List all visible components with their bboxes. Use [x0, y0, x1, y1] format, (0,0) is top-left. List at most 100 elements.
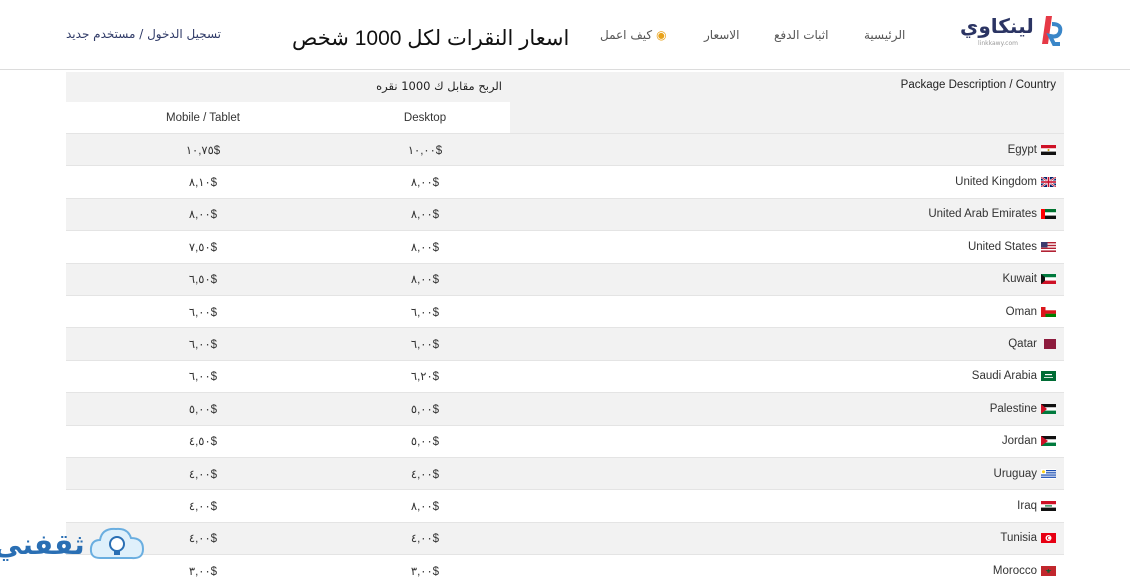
country-name: Iraq: [1017, 499, 1037, 512]
mobile-price: ٨,١٠$: [188, 177, 218, 190]
uae-flag-icon: [1041, 209, 1056, 220]
mobile-price: ٥,٠٠$: [188, 403, 218, 416]
country-name: Jordan: [1001, 435, 1037, 448]
overlay-title: اسعار النقرات لكل 1000 شخص: [292, 27, 570, 50]
logo-subtext: linkkawy.com: [978, 40, 1018, 47]
table-row: ٨,١٠$ ٨,٠٠$ United Kingdom: [66, 166, 1064, 199]
uk-flag-icon: [1041, 177, 1056, 188]
country-cell: Uruguay: [994, 458, 1056, 489]
country-cell: Iraq: [1017, 490, 1056, 521]
iraq-flag-icon: [1041, 500, 1056, 511]
table-row: ١٠,٧٥$ ١٠,٠٠$ Egypt: [66, 134, 1064, 167]
country-cell: United Kingdom: [955, 166, 1056, 197]
site-logo[interactable]: لينكاوي linkkawy.com: [960, 14, 1070, 50]
qatar-flag-icon: [1044, 339, 1056, 350]
desktop-price: ٤,٠٠$: [410, 468, 440, 481]
logo-mark-icon: [1042, 16, 1063, 46]
country-name: Qatar: [1008, 338, 1037, 351]
table-body: ١٠,٧٥$ ١٠,٠٠$ Egypt ٨,١٠$ ٨,٠٠$ United Kingdo…: [66, 134, 1064, 580]
country-cell: Kuwait: [1002, 264, 1056, 295]
country-cell: Palestine: [990, 393, 1056, 424]
palestine-flag-icon: [1041, 403, 1056, 414]
pricing-table: الربح مقابل ك 1000 نقره Package Descript…: [66, 72, 1064, 580]
desktop-price: ٦,٢٠$: [410, 371, 440, 384]
desktop-price: ٨,٠٠$: [410, 274, 440, 287]
desktop-price: ٣,٠٠$: [410, 565, 440, 578]
country-name: Egypt: [1007, 143, 1037, 156]
cloud-lightbulb-icon: [89, 527, 145, 560]
nav-home[interactable]: الرئيسية: [864, 28, 905, 42]
country-name: Oman: [1005, 305, 1037, 318]
country-name: Saudi Arabia: [971, 370, 1037, 383]
desktop-price: ٤,٠٠$: [410, 533, 440, 546]
country-name: Tunisia: [1000, 532, 1037, 545]
logo-text: لينكاوي: [960, 14, 1034, 38]
desktop-price: ٨,٠٠$: [410, 209, 440, 222]
lightbulb-icon: ◉: [656, 28, 667, 42]
country-name: United Kingdom: [955, 176, 1037, 189]
table-row: ٥,٠٠$ ٥,٠٠$ Palestine: [66, 393, 1064, 426]
country-name: United States: [967, 240, 1037, 253]
table-row: ٦,٠٠$ ٦,٠٠$ Oman: [66, 296, 1064, 329]
country-name: Uruguay: [993, 467, 1037, 480]
tunisia-flag-icon: [1041, 533, 1056, 544]
login-register-link[interactable]: تسجيل الدخول / مستخدم جديد: [66, 27, 221, 41]
country-cell: Morocco: [993, 555, 1056, 580]
table-row: ٦,٠٠$ ٦,٢٠$ Saudi Arabia: [66, 361, 1064, 394]
table-row: ٦,٥٠$ ٨,٠٠$ Kuwait: [66, 263, 1064, 296]
nav-how-it-works[interactable]: كيف اعمل ◉: [600, 28, 667, 42]
site-header: تسجيل الدخول / مستخدم جديد اسعار النقرات…: [0, 0, 1130, 70]
package-country-label: Package Description / Country: [900, 79, 1056, 91]
desktop-price: ٨,٠٠$: [410, 241, 440, 254]
desktop-price: ٥,٠٠$: [410, 403, 440, 416]
country-cell: United Arab Emirates: [928, 199, 1056, 230]
us-flag-icon: [1041, 241, 1056, 252]
table-row: ٤,٠٠$ ٤,٠٠$ Tunisia: [66, 522, 1064, 556]
country-cell: Oman: [1006, 296, 1056, 327]
table-row: ٤,٠٠$ ٨,٠٠$ Iraq: [66, 490, 1064, 523]
watermark-text: ثقفني: [0, 528, 85, 561]
nav-prices[interactable]: الاسعار: [704, 28, 739, 42]
uruguay-flag-icon: [1041, 468, 1056, 479]
kuwait-flag-icon: [1041, 274, 1056, 285]
country-name: Morocco: [992, 564, 1037, 577]
country-cell: United States: [968, 231, 1056, 262]
table-row: ٦,٠٠$ ٦,٠٠$ Qatar: [66, 328, 1064, 361]
watermark-logo: ثقفني: [0, 518, 160, 580]
nav-payment-proof[interactable]: اثبات الدفع: [774, 28, 828, 42]
table-header-top: الربح مقابل ك 1000 نقره Package Descript…: [66, 72, 1064, 102]
table-row: ٧,٥٠$ ٨,٠٠$ United States: [66, 231, 1064, 264]
desktop-price: ٦,٠٠$: [410, 339, 440, 352]
egypt-flag-icon: [1041, 144, 1056, 155]
earnings-per-1000-label: الربح مقابل ك 1000 نقره: [376, 79, 502, 93]
country-name: Palestine: [989, 402, 1037, 415]
mobile-price: ٦,٠٠$: [188, 339, 218, 352]
jordan-flag-icon: [1041, 436, 1056, 447]
morocco-flag-icon: [1041, 565, 1056, 576]
nav-how-label: كيف اعمل: [600, 28, 653, 42]
country-name: Kuwait: [1002, 273, 1037, 286]
table-row: ٤,٥٠$ ٥,٠٠$ Jordan: [66, 426, 1064, 458]
mobile-price: ٦,٥٠$: [188, 274, 218, 287]
mobile-price: ٤,٠٠$: [188, 468, 218, 481]
mobile-price: ٤,٥٠$: [188, 436, 218, 449]
mobile-price: ٤,٠٠$: [188, 500, 218, 513]
table-row: ٨,٠٠$ ٨,٠٠$ United Arab Emirates: [66, 198, 1064, 232]
desktop-price: ٨,٠٠$: [410, 177, 440, 190]
desktop-price: ٨,٠٠$: [410, 500, 440, 513]
mobile-price: ٦,٠٠$: [188, 371, 218, 384]
desktop-price: ٥,٠٠$: [410, 436, 440, 449]
country-cell: Jordan: [1002, 426, 1056, 457]
country-name: United Arab Emirates: [928, 208, 1037, 221]
header-fill: [510, 102, 1064, 133]
mobile-price: ٦,٠٠$: [188, 306, 218, 319]
saudi-flag-icon: [1041, 371, 1056, 382]
country-cell: Egypt: [1008, 134, 1056, 165]
desktop-price: ٦,٠٠$: [410, 306, 440, 319]
column-desktop: Desktop: [403, 112, 447, 124]
column-mobile-tablet: Mobile / Tablet: [166, 112, 240, 124]
mobile-price: ١٠,٧٥$: [185, 144, 221, 157]
table-row: ٤,٠٠$ ٤,٠٠$ Uruguay: [66, 457, 1064, 491]
oman-flag-icon: [1041, 306, 1056, 317]
country-cell: Saudi Arabia: [972, 361, 1056, 392]
